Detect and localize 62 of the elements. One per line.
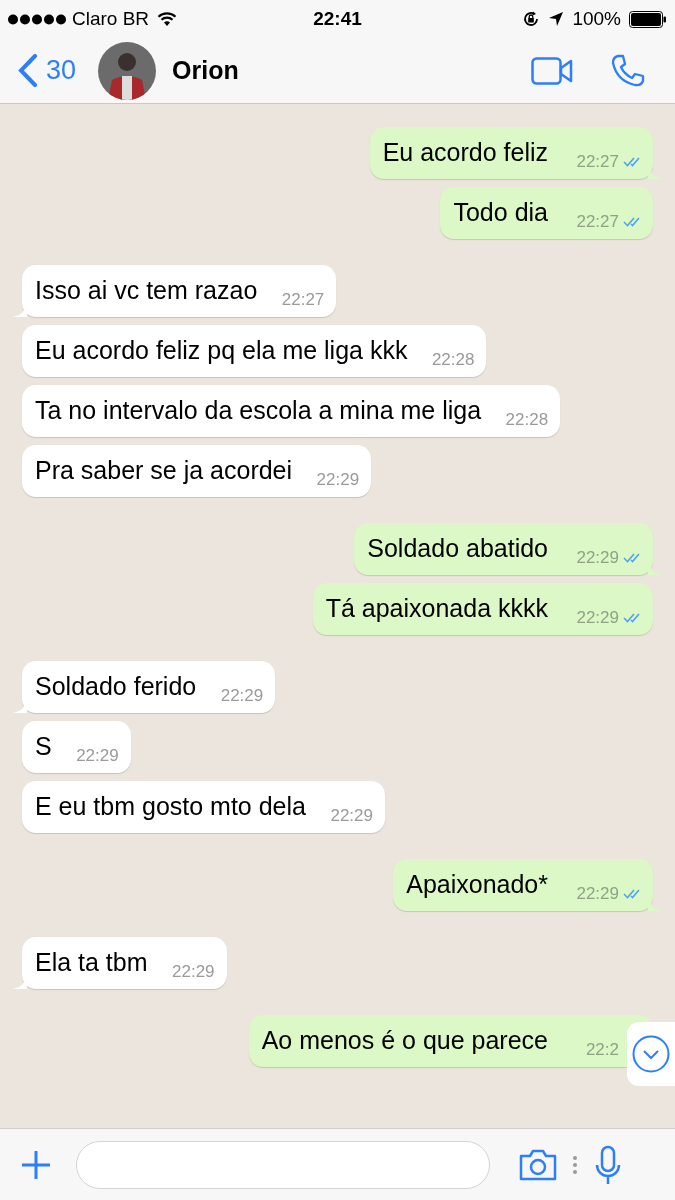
message-time: 22:27 (281, 288, 325, 311)
message-time: 22:2 (585, 1038, 619, 1061)
message-bubble[interactable]: Apaixonado* 22:29 (393, 859, 653, 911)
message-text: Eu acordo feliz pq ela me liga kkk (35, 336, 408, 364)
message-bubble[interactable]: Pra saber se ja acordei 22:29 (22, 445, 372, 497)
message-time: 22:29 (76, 744, 119, 767)
message-time: 22:28 (505, 408, 549, 431)
message-time: 22:29 (316, 468, 360, 491)
message-text: Tá apaixonada kkkk (325, 594, 548, 622)
battery-icon (629, 10, 667, 28)
message-text: S (35, 732, 52, 760)
message-bubble[interactable]: Eu acordo feliz pq ela me liga kkk 22:28 (22, 325, 487, 377)
message-text: Apaixonado* (406, 870, 548, 898)
wifi-icon (157, 11, 178, 27)
message-time: 22:29 (220, 684, 264, 707)
scroll-down-button[interactable] (627, 1022, 675, 1086)
message-text: Ao menos é o que parece (261, 1026, 548, 1054)
contact-name[interactable]: Orion (172, 51, 239, 90)
carrier-name: Claro BR (72, 6, 150, 31)
message-text: E eu tbm gosto mto dela (35, 792, 306, 820)
message-time: 22:27 (576, 150, 619, 173)
chevron-down-icon (632, 1035, 670, 1073)
message-bubble[interactable]: Ta no intervalo da escola a mina me liga 22:28 (22, 385, 561, 437)
message-text: Ta no intervalo da escola a mina me liga (35, 396, 482, 424)
message-text: Isso ai vc tem razao (35, 276, 258, 304)
message-input[interactable] (76, 1140, 490, 1189)
message-text: Pra saber se ja acordei (35, 456, 293, 484)
message-bubble[interactable]: E eu tbm gosto mto dela 22:29 (22, 781, 385, 833)
message-time: 22:29 (576, 546, 619, 569)
message-bubble[interactable]: Ao menos é o que parece 22:2 (248, 1015, 653, 1067)
message-time: 22:28 (431, 348, 475, 371)
message-bubble[interactable]: S 22:29 (22, 721, 131, 773)
video-call-icon[interactable] (531, 56, 573, 85)
microphone-icon[interactable] (594, 1144, 622, 1185)
message-time: 22:29 (172, 960, 215, 983)
back-button[interactable]: 30 (18, 50, 77, 91)
message-time: 22:27 (576, 210, 619, 233)
back-chevron-icon (18, 54, 38, 87)
message-time: 22:29 (576, 606, 619, 629)
message-time: 22:29 (330, 804, 373, 827)
camera-icon[interactable] (518, 1147, 558, 1182)
divider-dots-icon (572, 1154, 578, 1175)
message-bubble[interactable]: Ela ta tbm 22:29 (22, 937, 227, 989)
message-bubble[interactable]: Soldado ferido 22:29 (22, 661, 276, 713)
message-bubble[interactable]: Isso ai vc tem razao 22:27 (22, 265, 337, 317)
message-text: Soldado ferido (35, 672, 197, 700)
message-text: Ela ta tbm (35, 948, 148, 976)
message-bubble[interactable]: Tá apaixonada kkkk 22:29 (312, 583, 653, 635)
message-bubble[interactable]: Todo dia 22:27 (440, 187, 653, 239)
message-bubble[interactable]: Eu acordo feliz 22:27 (369, 127, 653, 179)
message-text: Eu acordo feliz (382, 138, 548, 166)
rotation-lock-icon (522, 10, 541, 28)
battery-percent: 100% (572, 6, 621, 31)
message-text: Todo dia (453, 198, 548, 226)
status-time: 22:41 (313, 6, 362, 31)
message-bubble[interactable]: Soldado abatido 22:29 (354, 523, 653, 575)
plus-icon[interactable] (20, 1148, 52, 1181)
message-text: Soldado abatido (367, 534, 548, 562)
location-arrow-icon (548, 11, 565, 27)
signal-icon (8, 13, 66, 25)
message-time: 22:29 (576, 882, 619, 905)
phone-icon[interactable] (611, 53, 645, 88)
